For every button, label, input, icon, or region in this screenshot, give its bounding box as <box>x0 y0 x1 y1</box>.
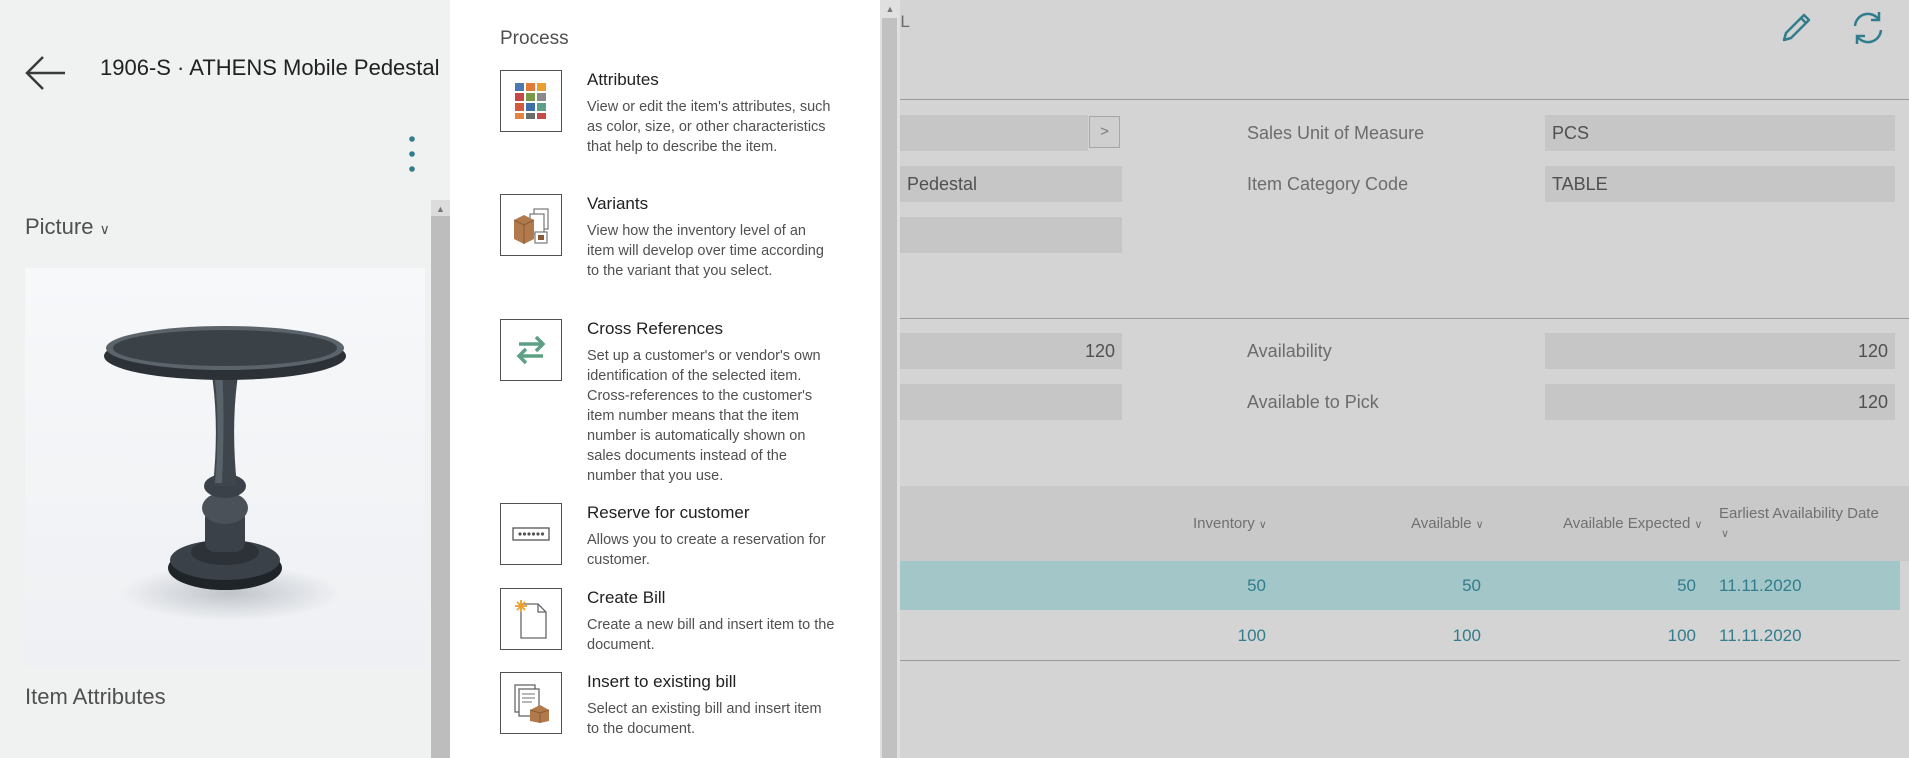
menu-item-reserve-for-customer[interactable]: Reserve for customer Allows you to creat… <box>500 503 870 573</box>
menu-item-cross-references[interactable]: Cross References Set up a customer's or … <box>500 319 870 489</box>
menu-item-description: View or edit the item's attributes, such… <box>587 99 831 155</box>
menu-group-title: Process <box>500 28 569 49</box>
menu-item-description: Create a new bill and insert item to the… <box>587 617 835 653</box>
available-to-pick-label: Available to Pick <box>1247 392 1379 412</box>
refresh-icon[interactable] <box>1846 6 1890 50</box>
process-action-menu: Process Attributes View or edit the item… <box>450 0 880 758</box>
menu-item-description: View how the inventory level of an item … <box>587 223 824 279</box>
inventory-field[interactable]: 120 <box>900 333 1122 369</box>
menu-item-label: Create Bill <box>587 588 666 607</box>
sales-unit-field[interactable]: PCS <box>1545 115 1895 151</box>
insert-bill-icon <box>500 672 562 734</box>
item-attributes-factbox-header[interactable]: Item Attributes <box>25 684 166 710</box>
back-arrow-icon[interactable] <box>20 48 70 98</box>
scroll-up-arrow-icon[interactable]: ▲ <box>880 2 900 16</box>
menu-item-description: Allows you to create a reservation for c… <box>587 532 826 568</box>
menu-item-create-bill[interactable]: Create Bill Create a new bill and insert… <box>500 588 870 658</box>
picture-factbox-header[interactable]: Picture ∨ <box>25 214 110 240</box>
column-header-earliest-date[interactable]: Earliest Availability Date ∨ <box>1719 504 1889 544</box>
cell-available: 50 <box>1462 576 1481 595</box>
blocked-field[interactable] <box>900 217 1122 253</box>
variants-icon <box>500 194 562 256</box>
column-header-available-expected[interactable]: Available Expected ∨ <box>1563 515 1702 532</box>
page-title: 1906-S · ATHENS Mobile Pedestal <box>100 55 440 80</box>
menu-item-attributes[interactable]: Attributes View or edit the item's attri… <box>500 70 870 180</box>
reserve-icon <box>500 503 562 565</box>
cell-available-expected: 50 <box>1677 576 1696 595</box>
menu-item-label: Insert to existing bill <box>587 672 737 691</box>
menu-item-label: Attributes <box>587 70 659 89</box>
cell-available-expected: 100 <box>1667 626 1696 645</box>
menu-item-label: Reserve for customer <box>587 503 750 522</box>
table-bottom-border <box>900 660 1900 661</box>
menu-item-label: Cross References <box>587 319 724 338</box>
lookup-button[interactable]: > <box>1089 116 1120 148</box>
cell-available: 100 <box>1452 626 1481 645</box>
sales-unit-label: Sales Unit of Measure <box>1247 123 1425 143</box>
chevron-down-icon: ∨ <box>1721 528 1730 540</box>
cell-inventory: 50 <box>1247 576 1266 595</box>
cell-date[interactable]: 11.11.2020 <box>1719 626 1802 646</box>
chevron-down-icon: ∨ <box>1258 519 1267 531</box>
create-bill-icon <box>500 588 562 650</box>
section-divider <box>900 99 1909 100</box>
cell-date[interactable]: 11.11.2020 <box>1719 576 1802 596</box>
inventory-secondary-field[interactable] <box>900 384 1122 420</box>
item-category-field[interactable]: TABLE <box>1545 166 1895 202</box>
item-picture <box>25 268 425 668</box>
menu-item-insert-to-existing-bill[interactable]: Insert to existing bill Select an existi… <box>500 672 870 742</box>
menu-item-description: Select an existing bill and insert item … <box>587 701 822 737</box>
chevron-down-icon: ∨ <box>99 221 110 237</box>
section-divider <box>900 318 1909 319</box>
menu-item-description: Set up a customer's or vendor's own iden… <box>587 348 821 484</box>
description-field[interactable]: Pedestal <box>900 166 1122 202</box>
available-to-pick-field[interactable]: 120 <box>1545 384 1895 420</box>
menu-item-variants[interactable]: Variants View how the inventory level of… <box>500 194 870 304</box>
item-category-label: Item Category Code <box>1247 174 1409 194</box>
edit-icon[interactable] <box>1774 6 1818 50</box>
chevron-down-icon: ∨ <box>1694 519 1703 531</box>
more-options-icon[interactable] <box>402 133 422 177</box>
column-header-inventory[interactable]: Inventory ∨ <box>1193 515 1267 532</box>
no-field[interactable] <box>900 115 1088 151</box>
availability-label: Availability <box>1247 341 1332 361</box>
scroll-up-arrow-icon[interactable]: ▲ <box>431 202 450 216</box>
column-header-available[interactable]: Available ∨ <box>1411 515 1484 532</box>
availability-field[interactable]: 120 <box>1545 333 1895 369</box>
side-panel-scrollbar-thumb[interactable] <box>431 216 450 758</box>
cell-inventory: 100 <box>1237 626 1266 645</box>
menu-item-label: Variants <box>587 194 649 213</box>
cross-references-icon <box>500 319 562 381</box>
menu-scrollbar-thumb[interactable] <box>882 18 897 758</box>
chevron-down-icon: ∨ <box>1475 519 1484 531</box>
attributes-icon <box>500 70 562 132</box>
